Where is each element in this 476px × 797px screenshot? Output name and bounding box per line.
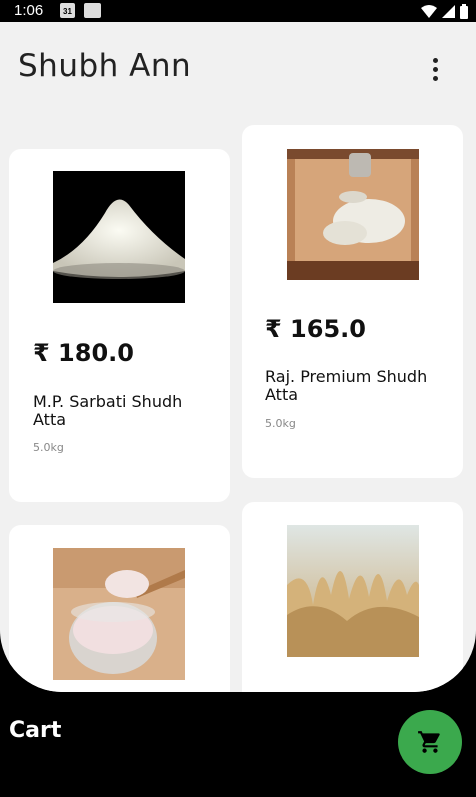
photo-icon <box>84 3 101 18</box>
battery-icon <box>460 3 468 19</box>
product-card[interactable] <box>242 502 463 692</box>
wheat-field-image <box>287 525 419 657</box>
cart-label[interactable]: Cart <box>9 718 61 743</box>
product-name: M.P. Sarbati Shudh Atta <box>33 392 183 429</box>
main-sheet: Shubh Ann ₹ 180.0 M.P. Sarbati Shudh Att… <box>0 22 476 692</box>
app-title: Shubh Ann <box>18 48 192 84</box>
flour-in-bowl-image <box>53 548 185 680</box>
shopping-cart-icon <box>418 731 440 753</box>
product-name: Raj. Premium Shudh Atta <box>265 367 428 404</box>
product-card[interactable] <box>9 525 230 692</box>
more-vert-icon <box>432 57 438 63</box>
more-options-button[interactable] <box>421 54 449 84</box>
status-bar: 1:06 31 <box>0 0 476 22</box>
signal-icon <box>442 4 455 18</box>
cart-button[interactable] <box>398 710 462 774</box>
product-price: ₹ 165.0 <box>265 315 366 343</box>
status-time: 1:06 <box>14 2 44 19</box>
flour-on-board-image <box>287 149 419 280</box>
product-price: ₹ 180.0 <box>33 339 134 367</box>
product-weight: 5.0kg <box>265 417 296 430</box>
product-card[interactable]: ₹ 180.0 M.P. Sarbati Shudh Atta 5.0kg <box>9 149 230 502</box>
flour-pile-image <box>53 171 185 303</box>
product-weight: 5.0kg <box>33 441 64 454</box>
bottom-bar: Cart <box>0 692 476 797</box>
status-icons <box>421 3 468 19</box>
calendar-icon: 31 <box>60 3 75 18</box>
product-card[interactable]: ₹ 165.0 Raj. Premium Shudh Atta 5.0kg <box>242 125 463 478</box>
wifi-icon <box>421 4 437 18</box>
